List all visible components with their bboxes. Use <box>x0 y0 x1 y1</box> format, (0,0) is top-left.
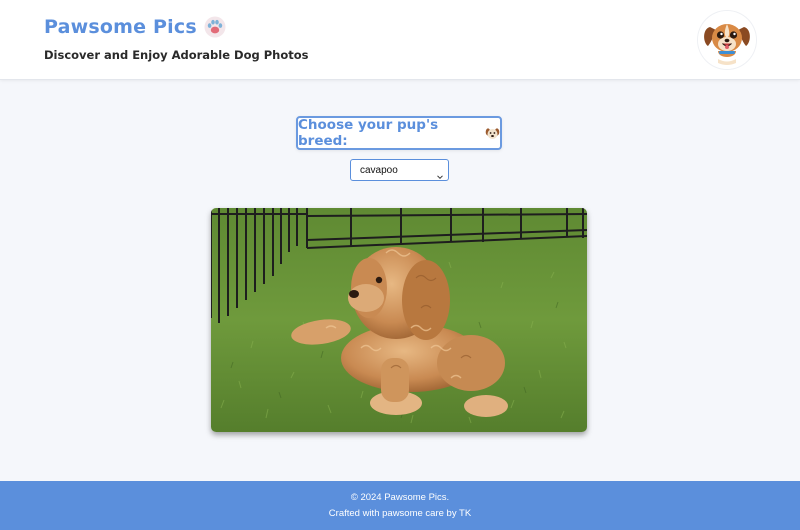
site-tagline: Discover and Enjoy Adorable Dog Photos <box>44 48 309 62</box>
breed-selector-heading: Choose your pup's breed: <box>296 116 502 150</box>
dog-photo <box>211 208 587 432</box>
site-header: Pawsome Pics Discover and Enjoy Adorable… <box>0 0 800 80</box>
site-title: Pawsome Pics <box>44 16 197 38</box>
breed-select-value: cavapoo <box>360 164 398 176</box>
dog-avatar <box>698 11 756 69</box>
paw-print-icon <box>204 16 226 38</box>
footer-copyright: © 2024 Pawsome Pics. <box>350 492 450 503</box>
chevron-down-icon <box>436 166 444 180</box>
brand: Pawsome Pics <box>44 16 226 38</box>
dog-face-emoji-icon <box>485 126 500 141</box>
breed-selector-label: Choose your pup's breed: <box>298 117 439 149</box>
site-footer: © 2024 Pawsome Pics. Crafted with pawsom… <box>0 481 800 530</box>
footer-credit: Crafted with pawsome care by TK <box>328 508 472 519</box>
breed-select[interactable]: cavapoo <box>350 159 449 181</box>
